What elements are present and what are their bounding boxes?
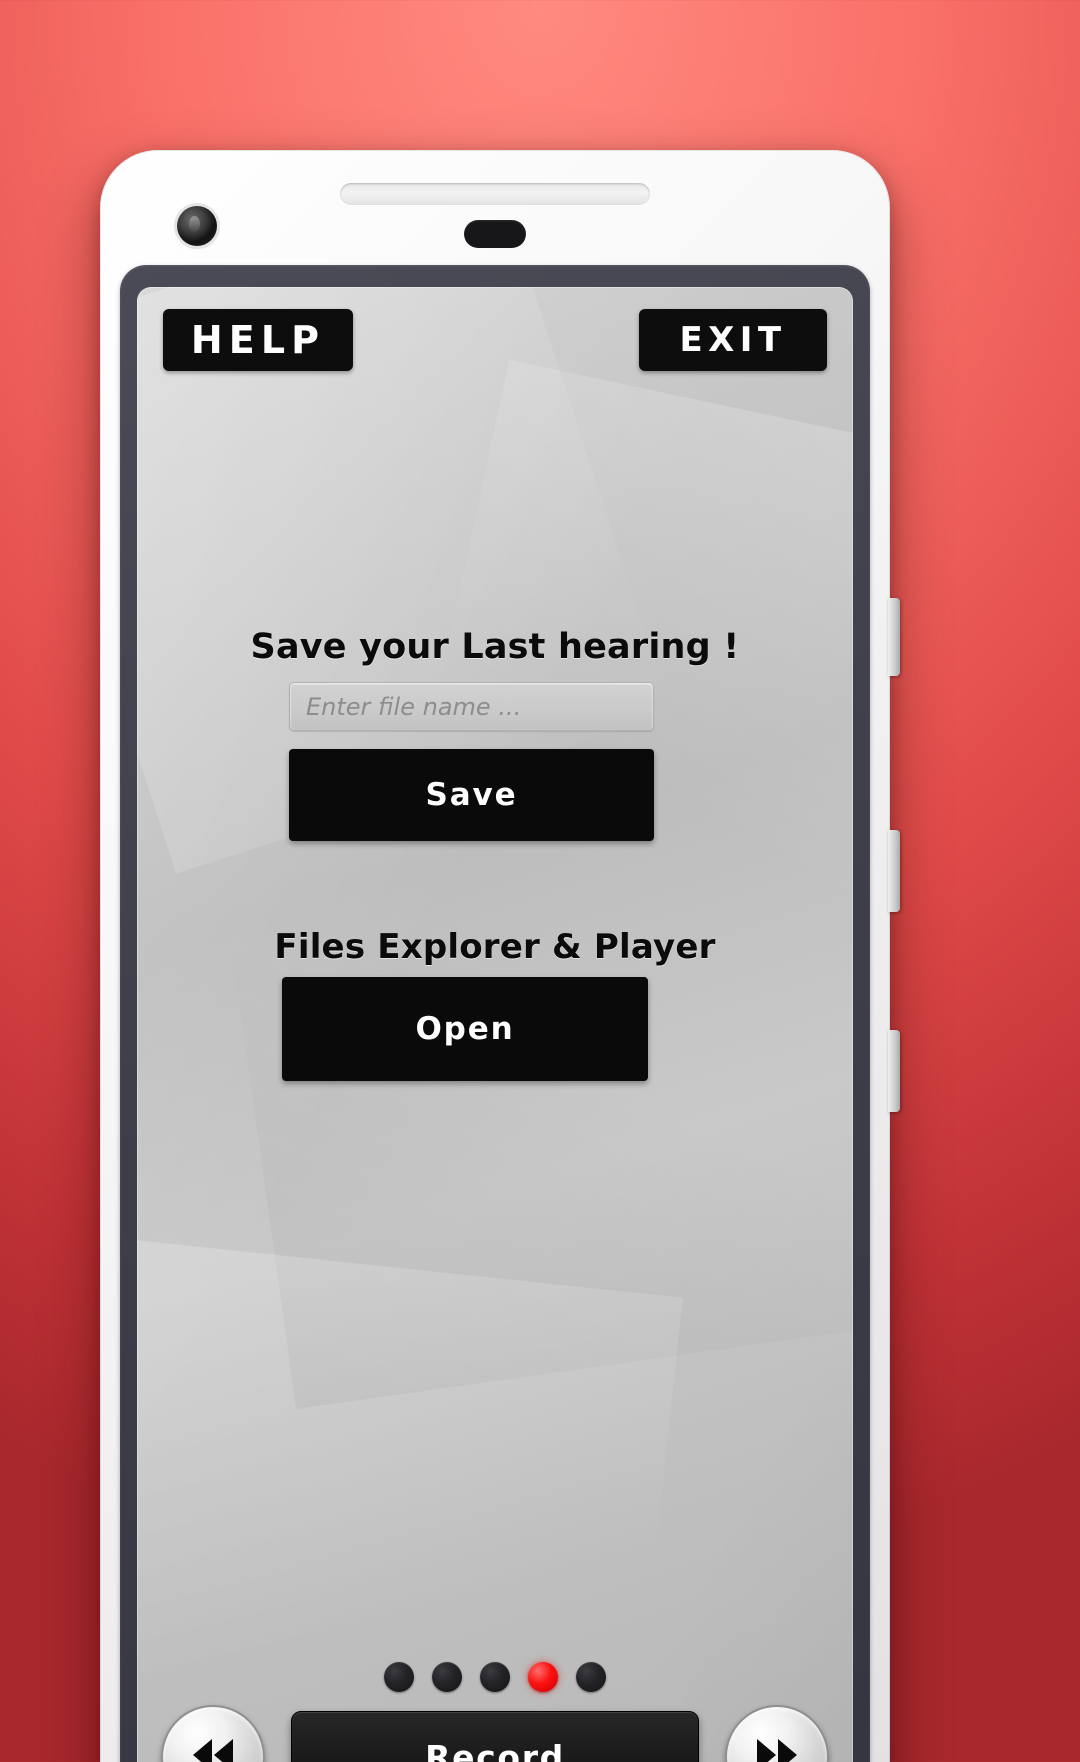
save-section-title: Save your Last hearing ! xyxy=(250,627,740,667)
open-button[interactable]: Open xyxy=(282,977,648,1081)
app-topbar: HELP EXIT xyxy=(137,309,853,371)
led-indicator-group xyxy=(137,1662,853,1692)
phone-device: HELP EXIT Save your Last hearing ! Enter… xyxy=(100,150,900,1762)
led-dot-active xyxy=(528,1662,558,1692)
help-button[interactable]: HELP xyxy=(163,309,353,371)
save-button[interactable]: Save xyxy=(289,749,654,841)
files-section-title: Files Explorer & Player xyxy=(274,927,716,967)
filename-placeholder: Enter file name ... xyxy=(306,692,522,721)
filename-input[interactable]: Enter file name ... xyxy=(289,682,654,731)
side-button-volume-down[interactable] xyxy=(888,830,900,912)
led-dot xyxy=(432,1662,462,1692)
front-camera-icon xyxy=(177,206,217,246)
transport-controls: Record xyxy=(137,1705,853,1762)
earpiece-speaker xyxy=(340,183,650,205)
side-button-volume-up[interactable] xyxy=(888,598,900,676)
screen-bezel: HELP EXIT Save your Last hearing ! Enter… xyxy=(120,265,870,1762)
led-dot xyxy=(384,1662,414,1692)
led-dot xyxy=(576,1662,606,1692)
fast-forward-button[interactable] xyxy=(725,1705,829,1762)
exit-button[interactable]: EXIT xyxy=(639,309,827,371)
led-dot xyxy=(480,1662,510,1692)
sensor-pill xyxy=(464,220,526,248)
fast-forward-icon xyxy=(751,1735,803,1762)
side-button-power[interactable] xyxy=(888,1030,900,1112)
rewind-button[interactable] xyxy=(161,1705,265,1762)
app-root: HELP EXIT Save your Last hearing ! Enter… xyxy=(137,287,853,1762)
rewind-icon xyxy=(187,1735,239,1762)
phone-screen: HELP EXIT Save your Last hearing ! Enter… xyxy=(137,287,853,1762)
record-button[interactable]: Record xyxy=(291,1711,699,1762)
